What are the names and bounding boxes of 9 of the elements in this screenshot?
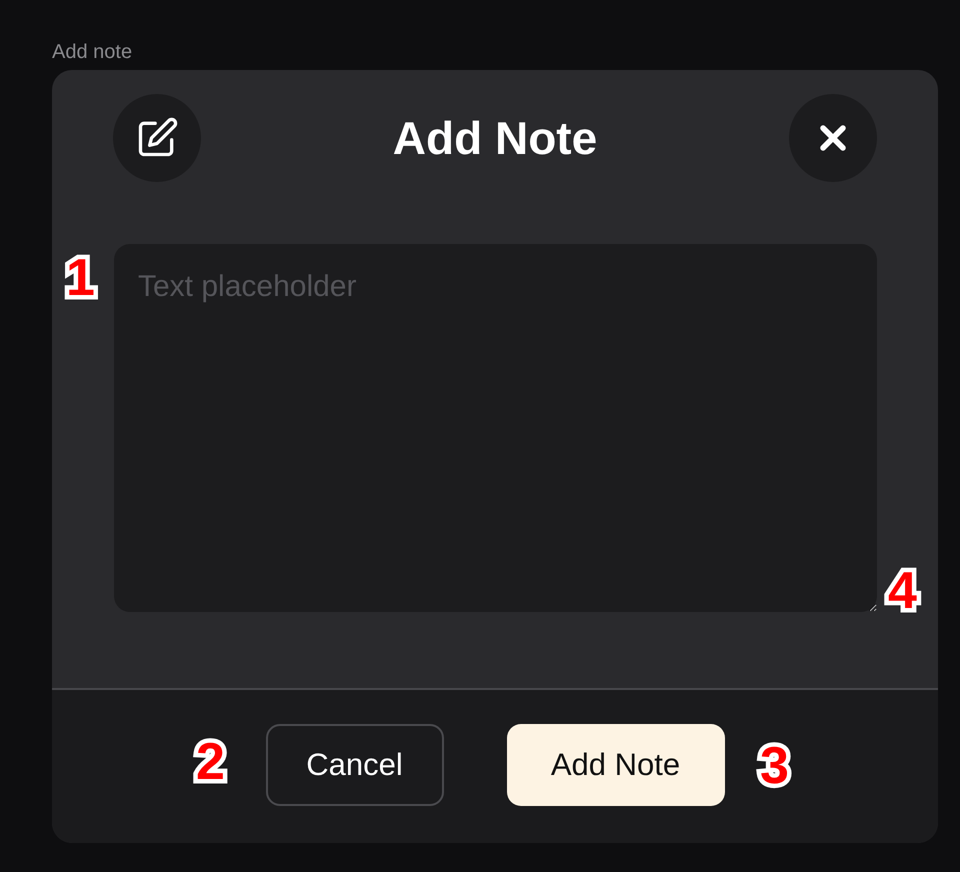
callout-number: 2 bbox=[196, 734, 225, 790]
dialog-title: Add Note bbox=[392, 111, 598, 165]
cancel-button[interactable]: Cancel bbox=[266, 724, 444, 806]
callout-number: 1 bbox=[66, 250, 95, 306]
callout-number: 4 bbox=[888, 563, 917, 619]
page-label: Add note bbox=[52, 40, 132, 64]
add-note-button[interactable]: Add Note bbox=[506, 724, 724, 806]
callout-number: 3 bbox=[760, 738, 789, 794]
note-field[interactable]: Text placeholder bbox=[114, 244, 877, 612]
